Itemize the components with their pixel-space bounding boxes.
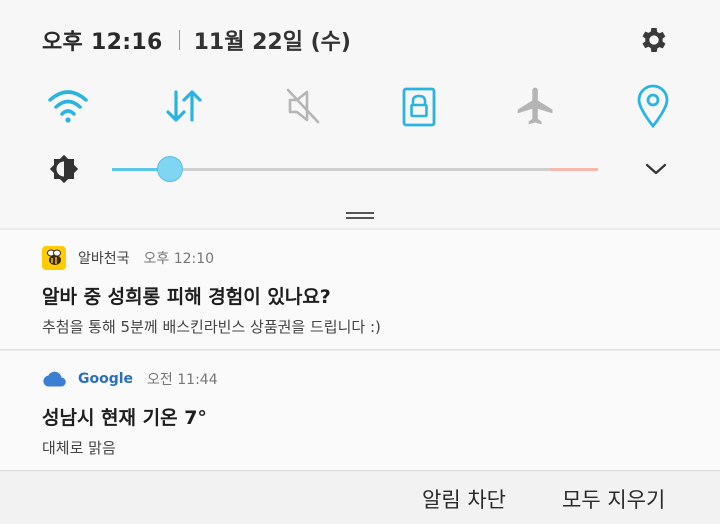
airplane-mode-toggle[interactable] [508, 78, 564, 134]
quick-panel: 오후 12:16 11월 22일 (수) [0, 0, 720, 228]
notification-actions-bar: 알림 차단 모두 지우기 [0, 472, 720, 524]
brightness-icon [44, 154, 84, 184]
wifi-toggle[interactable] [40, 78, 96, 134]
notification-card[interactable]: Google 오전 11:44 성남시 현재 기온 7° 대체로 맑음 [0, 351, 720, 471]
mute-icon [286, 88, 320, 124]
notification-title: 알바 중 성희롱 피해 경험이 있나요? [42, 286, 331, 308]
gear-icon [642, 28, 666, 52]
brightness-row [0, 146, 720, 192]
secure-folder-toggle[interactable] [391, 78, 447, 134]
cloud-icon [42, 367, 66, 391]
clock-date: 11월 22일 (수) [193, 30, 351, 55]
quick-settings-row [0, 78, 720, 134]
brightness-warning-zone [550, 168, 598, 171]
notification-header: 알바천국 오후 12:10 [42, 246, 214, 270]
lock-icon [402, 87, 436, 127]
notification-app-name: Google [78, 371, 134, 387]
block-notifications-button[interactable]: 알림 차단 [422, 484, 506, 514]
status-row: 오후 12:16 11월 22일 (수) [42, 24, 351, 56]
notification-time: 오후 12:10 [143, 251, 215, 267]
expand-button[interactable] [638, 154, 674, 184]
brightness-thumb[interactable] [157, 156, 183, 182]
mobile-data-toggle[interactable] [156, 78, 212, 134]
brightness-slider[interactable] [112, 156, 598, 182]
status-divider [178, 30, 180, 50]
location-pin-icon [637, 84, 669, 129]
notification-app-name: 알바천국 [78, 251, 130, 267]
notification-time: 오전 11:44 [147, 372, 218, 388]
notification-body: 대체로 맑음 [42, 439, 116, 457]
panel-drag-handle[interactable] [346, 212, 374, 220]
clock-time: 오후 12:16 [42, 30, 163, 55]
sound-toggle[interactable] [274, 78, 330, 134]
wifi-icon [48, 90, 88, 123]
notification-title: 성남시 현재 기온 7° [42, 407, 207, 429]
settings-button[interactable] [634, 20, 674, 60]
airplane-icon [517, 87, 553, 125]
notification-card[interactable]: 알바천국 오후 12:10 알바 중 성희롱 피해 경험이 있나요? 추첨을 통… [0, 230, 720, 350]
location-toggle[interactable] [625, 78, 681, 134]
notification-body: 추첨을 통해 5분께 배스킨라빈스 상품권을 드립니다 :) [42, 318, 381, 336]
clear-all-button[interactable]: 모두 지우기 [562, 484, 665, 514]
data-arrows-icon [166, 90, 202, 122]
notification-header: Google 오전 11:44 [42, 367, 218, 391]
bee-app-icon [42, 246, 66, 270]
chevron-down-icon [645, 163, 667, 175]
